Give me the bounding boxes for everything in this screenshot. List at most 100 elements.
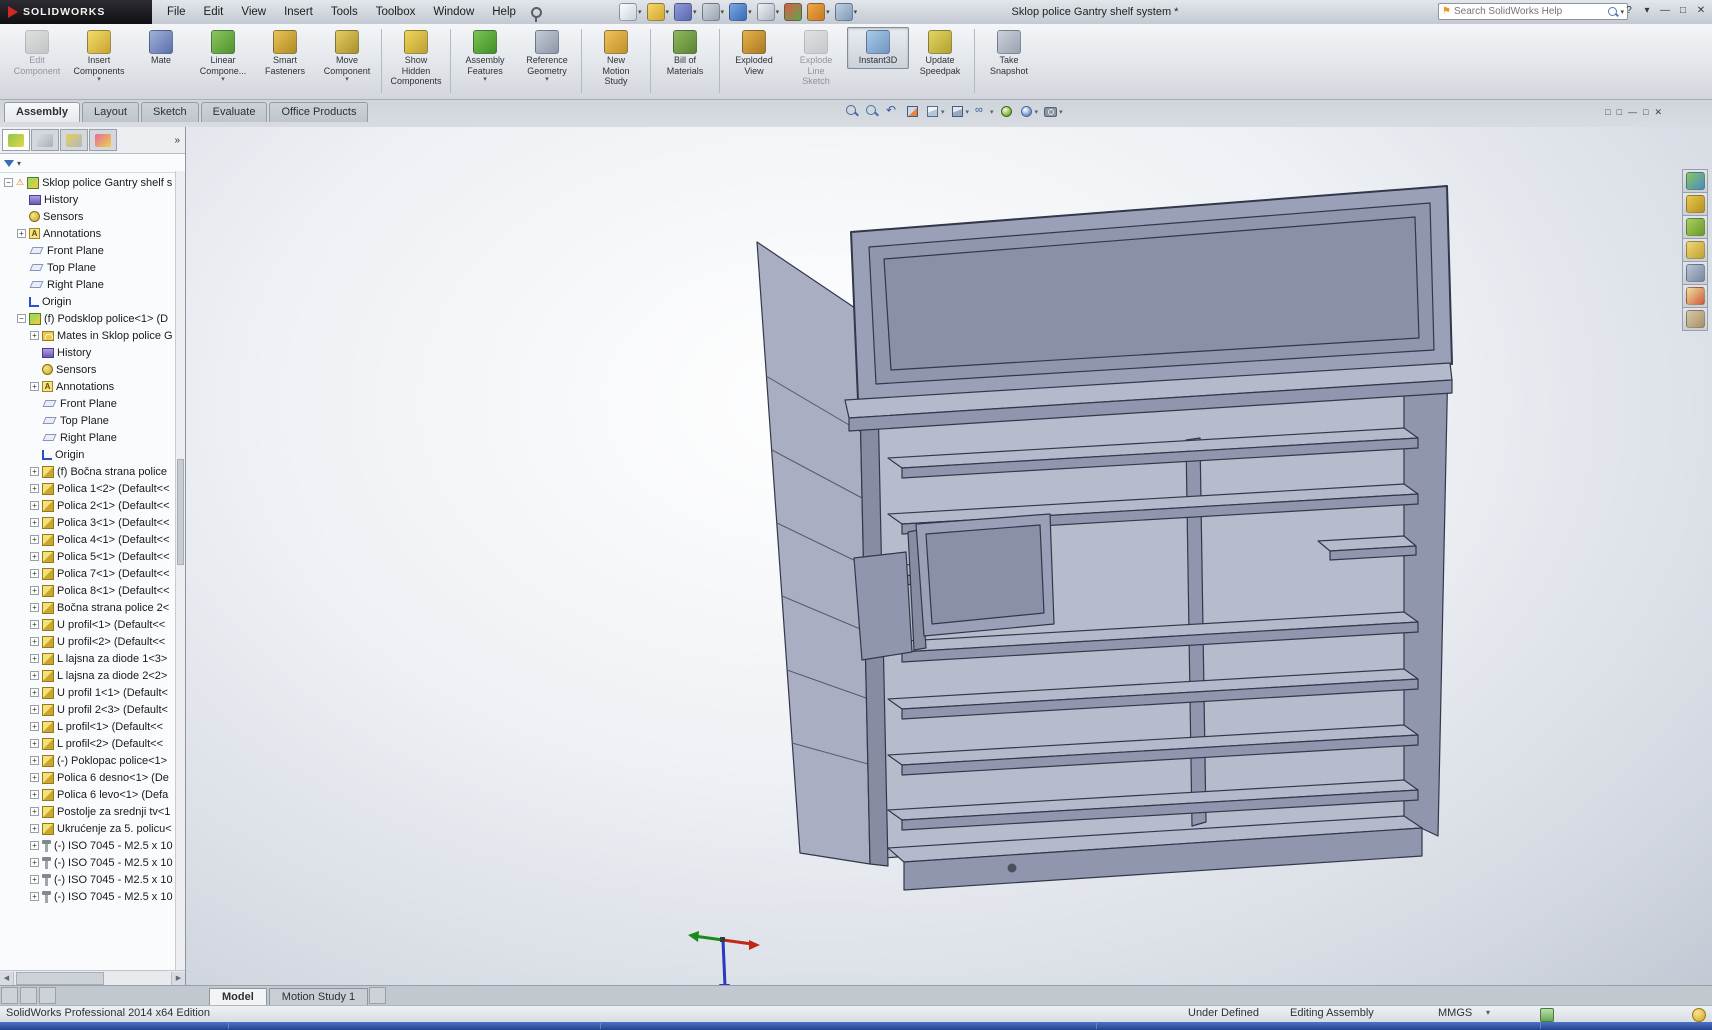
tree-item[interactable]: +AAnnotations xyxy=(0,225,176,242)
tree-item[interactable]: +(-) ISO 7045 - M2.5 x 10 xyxy=(0,888,176,905)
expand-toggle[interactable]: + xyxy=(30,331,39,340)
dropdown-caret[interactable]: ▾ xyxy=(941,108,945,116)
take-snapshot-button[interactable]: TakeSnapshot xyxy=(978,27,1040,79)
options-button[interactable]: ▾ xyxy=(806,3,831,21)
tab-office-products[interactable]: Office Products xyxy=(269,102,368,122)
design-library-tab[interactable] xyxy=(1682,192,1708,216)
tree-item[interactable]: +Bočna strana police 2< xyxy=(0,599,176,616)
move-component-button[interactable]: MoveComponent▾ xyxy=(316,27,378,87)
expand-toggle[interactable]: + xyxy=(30,671,39,680)
insert-components-button[interactable]: InsertComponents▾ xyxy=(68,27,130,87)
viewport-splitter-handle[interactable] xyxy=(1,987,18,1004)
doc-minimize-button[interactable]: — xyxy=(1628,106,1637,118)
expand-toggle[interactable]: + xyxy=(30,382,39,391)
menu-toolbox[interactable]: Toolbox xyxy=(367,0,425,24)
help-button[interactable]: ? xyxy=(1622,3,1636,19)
expand-toggle[interactable]: + xyxy=(30,790,39,799)
tree-horizontal-scroll-thumb[interactable] xyxy=(16,972,104,985)
tree-item[interactable]: History xyxy=(0,191,176,208)
propertymanager-tab[interactable] xyxy=(31,129,59,151)
dropdown-caret[interactable]: ▾ xyxy=(721,8,725,16)
tree-item[interactable]: +L profil<2> (Default<< xyxy=(0,735,176,752)
dropdown-caret[interactable]: ▾ xyxy=(1035,108,1039,116)
tree-item[interactable]: +Polica 6 desno<1> (De xyxy=(0,769,176,786)
dropdown-caret[interactable]: ▾ xyxy=(966,108,970,116)
expand-toggle[interactable]: − xyxy=(4,178,13,187)
undo-button[interactable]: ▾ xyxy=(728,3,753,21)
assembly-features-button[interactable]: AssemblyFeatures▾ xyxy=(454,27,516,87)
model-side-door[interactable] xyxy=(757,242,870,864)
dropdown-caret[interactable]: ▾ xyxy=(826,8,830,16)
expand-toggle[interactable]: + xyxy=(30,467,39,476)
doc-tab-scroll[interactable] xyxy=(369,987,386,1004)
tree-item[interactable]: Top Plane xyxy=(0,412,176,429)
dropdown-caret[interactable]: ▾ xyxy=(1059,108,1063,116)
expand-toggle[interactable]: + xyxy=(30,858,39,867)
show-hidden-components-button[interactable]: ShowHiddenComponents xyxy=(385,27,447,90)
tree-item[interactable]: +Polica 7<1> (Default<< xyxy=(0,565,176,582)
help-dropdown-button[interactable]: ▾ xyxy=(1640,3,1654,19)
restore-button[interactable]: □ xyxy=(1676,3,1690,19)
dropdown-caret[interactable]: ▾ xyxy=(638,8,642,16)
expand-toggle[interactable]: + xyxy=(30,535,39,544)
view-palette-tab[interactable] xyxy=(1682,261,1708,285)
smart-fasteners-button[interactable]: SmartFasteners xyxy=(254,27,316,79)
scroll-right-arrow[interactable]: ▶ xyxy=(171,972,185,985)
expand-toggle[interactable]: + xyxy=(30,688,39,697)
viewport-splitter-handle[interactable] xyxy=(39,987,56,1004)
exploded-view-button[interactable]: ExplodedView xyxy=(723,27,785,79)
tree-item[interactable]: +Postolje za srednji tv<1 xyxy=(0,803,176,820)
hide-show-items-button[interactable]: ▾ xyxy=(974,104,994,119)
appearances-tab[interactable] xyxy=(89,129,117,151)
expand-toggle[interactable]: + xyxy=(30,518,39,527)
tab-layout[interactable]: Layout xyxy=(82,102,139,122)
edit-component-button[interactable]: EditComponent xyxy=(6,27,68,79)
tree-item[interactable]: +Polica 1<2> (Default<< xyxy=(0,480,176,497)
menu-file[interactable]: File xyxy=(158,0,195,24)
expand-toggle[interactable]: + xyxy=(30,586,39,595)
dropdown-caret[interactable]: ▾ xyxy=(345,76,349,84)
view-orientation-button[interactable]: ▾ xyxy=(925,104,945,119)
tree-item[interactable]: +(-) ISO 7045 - M2.5 x 10 xyxy=(0,854,176,871)
update-speedpak-button[interactable]: UpdateSpeedpak xyxy=(909,27,971,79)
print-document-button[interactable]: ▾ xyxy=(701,3,726,21)
expand-toggle[interactable]: + xyxy=(30,654,39,663)
new-document-button[interactable]: ▾ xyxy=(618,3,643,21)
section-view-button[interactable] xyxy=(905,104,920,119)
configurationmanager-tab[interactable] xyxy=(60,129,88,151)
tree-item[interactable]: History xyxy=(0,344,176,361)
appearances-scenes-tab[interactable] xyxy=(1682,284,1708,308)
expand-toggle[interactable]: + xyxy=(30,569,39,578)
expand-toggle[interactable]: + xyxy=(30,484,39,493)
tree-item[interactable]: Top Plane xyxy=(0,259,176,276)
expand-toggle[interactable]: + xyxy=(30,773,39,782)
tree-item[interactable]: +(-) ISO 7045 - M2.5 x 10 xyxy=(0,871,176,888)
expand-toggle[interactable]: + xyxy=(30,722,39,731)
tree-item[interactable]: Sensors xyxy=(0,208,176,225)
tree-item[interactable]: +Ukrućenje za 5. policu< xyxy=(0,820,176,837)
menu-tools[interactable]: Tools xyxy=(322,0,367,24)
tree-item[interactable]: +(-) ISO 7045 - M2.5 x 10 xyxy=(0,837,176,854)
toolbox-tab[interactable] xyxy=(1682,215,1708,239)
help-search-box[interactable]: ⚑ ▾ xyxy=(1438,3,1628,20)
expand-toggle[interactable]: + xyxy=(17,229,26,238)
tree-item[interactable]: +U profil<1> (Default<< xyxy=(0,616,176,633)
tree-item[interactable]: +Mates in Sklop police G xyxy=(0,327,176,344)
tree-vertical-scrollbar[interactable] xyxy=(175,171,185,971)
tree-item[interactable]: +Polica 4<1> (Default<< xyxy=(0,531,176,548)
open-document-button[interactable]: ▾ xyxy=(646,3,671,21)
tree-item[interactable]: −(f) Podsklop police<1> (D xyxy=(0,310,176,327)
dropdown-caret[interactable]: ▾ xyxy=(545,76,549,84)
tree-item[interactable]: Front Plane xyxy=(0,395,176,412)
file-explorer-tab[interactable] xyxy=(1682,238,1708,262)
dropdown-caret[interactable]: ▾ xyxy=(990,108,994,116)
dropdown-caret[interactable]: ▾ xyxy=(666,8,670,16)
search-icon[interactable] xyxy=(1608,7,1617,16)
panel-flyout-toggle[interactable]: » xyxy=(174,135,183,146)
doc-tab-motion-study-1[interactable]: Motion Study 1 xyxy=(269,988,368,1006)
save-document-button[interactable]: ▾ xyxy=(673,3,698,21)
custom-properties-tab[interactable] xyxy=(1682,307,1708,331)
close-button[interactable]: ✕ xyxy=(1694,3,1708,19)
edit-appearance-button[interactable] xyxy=(999,104,1014,119)
tree-item[interactable]: +L profil<1> (Default<< xyxy=(0,718,176,735)
